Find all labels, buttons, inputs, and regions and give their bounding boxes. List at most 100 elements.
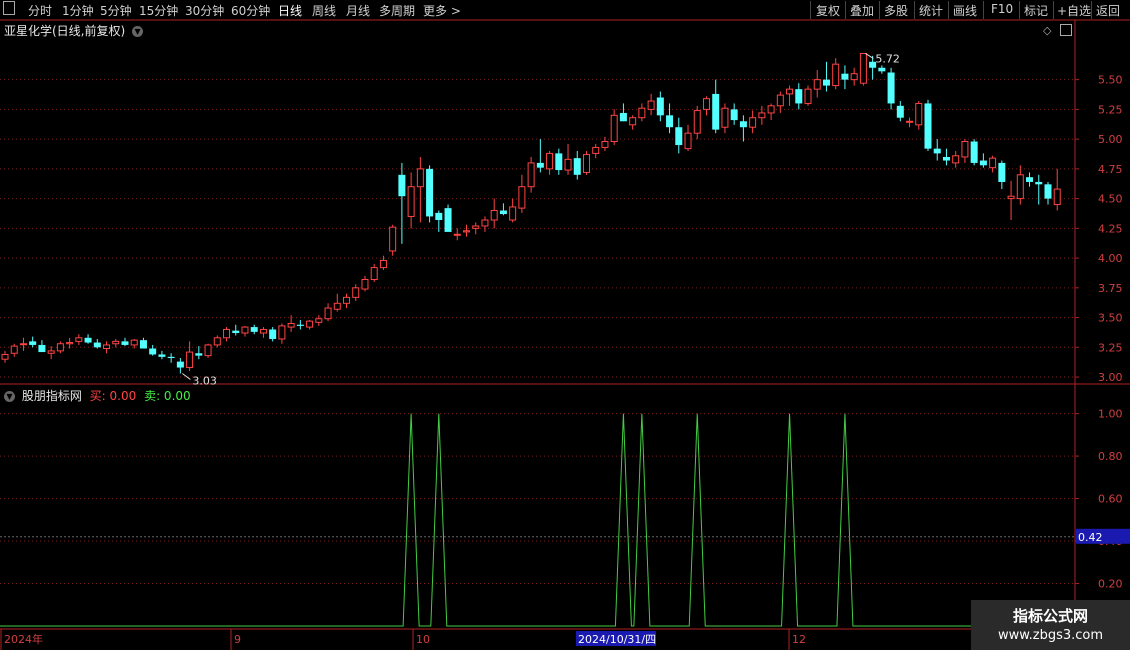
candle-body — [112, 340, 120, 345]
multi-stock-button[interactable]: 多股 — [884, 2, 908, 19]
period-30min[interactable]: 30分钟 — [185, 2, 224, 19]
candle-body — [841, 73, 849, 80]
panel-toggle-icon[interactable] — [1060, 24, 1072, 36]
candle-body — [361, 279, 369, 290]
candle-body — [832, 63, 840, 87]
candle-body — [1026, 177, 1034, 182]
candle-body — [324, 307, 332, 320]
candle-body — [398, 174, 406, 197]
indicator-y-tick-label: 0.20 — [1098, 578, 1123, 591]
toolbar-divider — [1053, 1, 1054, 19]
candle-body — [887, 72, 895, 104]
y-tick-label: 5.50 — [1098, 74, 1123, 87]
high-pointer — [865, 53, 874, 59]
candle-body — [333, 302, 341, 310]
candle-body — [638, 107, 646, 119]
draw-line-button[interactable]: 画线 — [953, 2, 977, 19]
candle-body — [47, 350, 55, 354]
candle-body — [749, 117, 757, 128]
period-monthly[interactable]: 月线 — [346, 2, 370, 19]
candle-body — [1016, 174, 1024, 200]
candle-body — [610, 114, 618, 142]
candle-body — [656, 97, 664, 116]
period-weekly[interactable]: 周线 — [312, 2, 336, 19]
candle-body — [942, 156, 950, 161]
candle-body — [250, 327, 258, 332]
candle-body — [204, 344, 212, 357]
candle-body — [444, 208, 452, 232]
candle-body — [786, 88, 794, 95]
candle-body — [241, 326, 249, 334]
toolbar-divider — [879, 1, 880, 19]
f10-button[interactable]: F10 — [991, 2, 1013, 16]
candle-body — [573, 158, 581, 175]
candle-body — [472, 225, 480, 229]
y-tick-label: 4.75 — [1098, 163, 1123, 176]
candle-body — [804, 88, 812, 104]
candle-body — [29, 341, 37, 345]
candle-body — [1007, 195, 1015, 200]
candle-body — [1044, 184, 1052, 199]
x-tick-label: 9 — [234, 633, 241, 646]
candle-body — [536, 162, 544, 168]
candle-body — [269, 329, 277, 339]
mark-button[interactable]: 标记 — [1024, 2, 1048, 19]
y-tick-label: 3.00 — [1098, 371, 1123, 384]
statistics-button[interactable]: 统计 — [919, 2, 943, 19]
candle-body — [998, 162, 1006, 182]
cursor-value-box — [1076, 528, 1130, 544]
buy-value: 买: 0.00 — [89, 389, 137, 403]
period-15min[interactable]: 15分钟 — [139, 2, 178, 19]
candle-body — [933, 148, 941, 154]
cursor-value-label: 0.42 — [1078, 531, 1103, 544]
candle-body — [592, 146, 600, 154]
period-daily[interactable]: 日线 — [278, 2, 302, 19]
candle-body — [426, 168, 434, 217]
indicator-title-row: ▼ 股朋指标网 买: 0.00 卖: 0.00 — [4, 387, 191, 404]
candle-body — [850, 73, 858, 81]
overlay-button[interactable]: 叠加 — [850, 2, 874, 19]
chevron-down-icon[interactable]: ▼ — [4, 391, 15, 402]
candle-body — [666, 115, 674, 128]
cursor-date-box — [576, 631, 656, 646]
watermark-logo: 指标公式网 www.zbgs3.com — [971, 600, 1130, 650]
fuquan-button[interactable]: 复权 — [816, 2, 840, 19]
period-intraday[interactable]: 分时 — [28, 2, 52, 19]
y-tick-label: 4.50 — [1098, 193, 1123, 206]
candle-body — [213, 337, 221, 346]
candle-body — [223, 328, 231, 339]
candle-body — [407, 186, 415, 217]
candle-body — [389, 226, 397, 252]
candle-body — [721, 107, 729, 128]
more-menu[interactable]: 更多 > — [423, 2, 461, 19]
candle-body — [75, 337, 83, 342]
period-5min[interactable]: 5分钟 — [100, 2, 132, 19]
indicator-y-tick-label: 0.60 — [1098, 493, 1123, 506]
candle-body — [343, 296, 351, 304]
candle-body — [167, 356, 175, 359]
back-button[interactable]: 返回 — [1096, 2, 1120, 19]
window-icon[interactable] — [3, 1, 15, 15]
y-tick-label: 4.00 — [1098, 252, 1123, 265]
candle-body — [195, 353, 203, 356]
chevron-down-icon[interactable]: ▼ — [132, 26, 144, 37]
candle-body — [1, 353, 9, 360]
chart-canvas[interactable]: 3.00 3.25 3.50 3.75 4.00 4.25 4.50 4.75 5.00 5.25… — [0, 0, 1130, 650]
candle-body — [546, 152, 554, 170]
period-1min[interactable]: 1分钟 — [62, 2, 94, 19]
period-multi[interactable]: 多周期 — [379, 2, 415, 19]
add-watchlist-button[interactable]: +自选 — [1057, 2, 1091, 19]
candle-body — [906, 120, 914, 123]
diamond-icon[interactable]: ◇ — [1043, 24, 1051, 37]
toolbar-divider — [845, 1, 846, 19]
candle-body — [601, 141, 609, 148]
x-tick-label: 2024年 — [4, 632, 43, 646]
period-60min[interactable]: 60分钟 — [231, 2, 270, 19]
candle-body — [306, 320, 314, 328]
low-price-label: 3.03 — [192, 374, 217, 387]
candle-body — [730, 109, 738, 121]
candle-body — [739, 121, 747, 128]
y-tick-label: 5.00 — [1098, 133, 1123, 146]
toolbar-divider — [914, 1, 915, 19]
candle-body — [693, 110, 701, 134]
